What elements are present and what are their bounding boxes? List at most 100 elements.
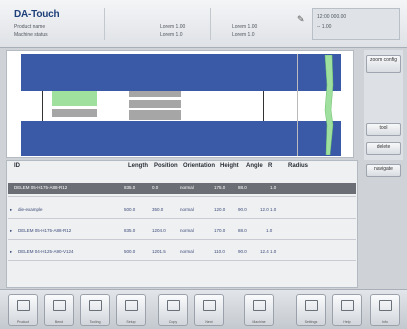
col-radius[interactable]: Radius <box>288 163 308 169</box>
machine-icon <box>253 300 266 311</box>
status-line-1: 12:00 000.00 <box>317 14 347 20</box>
help-icon <box>341 300 354 311</box>
col-orientation[interactable]: Orientation <box>183 163 215 169</box>
row-divider <box>8 260 356 261</box>
header-col3-bottom: Lorem 1.0 <box>232 32 255 38</box>
left-limit-line <box>42 91 43 121</box>
header-bar: DA-Touch Product name Machine status Lor… <box>0 0 407 48</box>
settings-button[interactable]: Settings <box>296 294 326 326</box>
col-height[interactable]: Height <box>220 163 239 169</box>
header-col2-bottom: Lorem 1.0 <box>160 32 183 38</box>
toolbar-label: Tooling <box>89 320 101 324</box>
cell-position: 350.0 <box>152 207 164 212</box>
table-header: ID Length Position Orientation Height An… <box>6 163 358 175</box>
cell-r: 1.0 <box>270 185 277 190</box>
product-button[interactable]: Product <box>8 294 38 326</box>
tooling-icon <box>89 300 102 311</box>
row-divider <box>8 239 356 240</box>
cell-orientation: normal <box>180 185 194 190</box>
table-row-selected[interactable]: DELEM 05-H175-A88-R12 835.0 0.0 normal 1… <box>8 183 356 194</box>
settings-icon <box>305 300 318 311</box>
toolbar-label: Info <box>382 320 388 324</box>
lower-beam <box>21 121 341 156</box>
cell-id: DELEM 05-H175-A88-R12 <box>18 228 72 233</box>
table-row[interactable]: ▸ DELEM 04-H125-A90-V124 500.0 1201.5 no… <box>10 247 358 256</box>
next-icon <box>203 300 216 311</box>
cell-orientation: normal <box>180 249 194 254</box>
table-row[interactable]: ▸ DELEM 05-H175-A88-R12 835.0 1204.0 nor… <box>10 226 358 235</box>
toolbar-label: Next <box>205 320 213 324</box>
tool-table <box>6 160 358 288</box>
toolbar-label: Product <box>16 320 30 324</box>
row-divider <box>8 218 356 219</box>
toolbar-label: Copy <box>168 320 178 324</box>
copy-icon <box>167 300 180 311</box>
bend-button[interactable]: Bend <box>44 294 74 326</box>
col-id[interactable]: ID <box>14 163 20 169</box>
die-tool-gray[interactable] <box>52 109 97 117</box>
punch-tool-gray[interactable] <box>129 91 181 97</box>
col-angle[interactable]: Angle <box>246 163 263 169</box>
table-row[interactable]: ▸ die-example 500.0 350.0 normal 120.0 9… <box>10 205 358 214</box>
col-length[interactable]: Length <box>128 163 148 169</box>
cell-height: 110.0 <box>214 249 225 254</box>
expand-arrow-icon[interactable]: ▸ <box>10 249 12 255</box>
header-col3-top: Lorem 1.00 <box>232 24 258 30</box>
next-button[interactable]: Next <box>194 294 224 326</box>
cell-position: 1204.0 <box>152 228 166 233</box>
status-panel: 12:00 000.00 -- 1.00 <box>312 8 400 40</box>
pencil-icon[interactable]: ✎ <box>297 14 305 25</box>
row-divider <box>8 196 356 197</box>
help-button[interactable]: Help <box>332 294 362 326</box>
cell-angle: 88.0 <box>238 185 247 190</box>
header-product-name: Product name <box>14 24 46 30</box>
col-r[interactable]: R <box>268 163 272 169</box>
cell-id: DELEM 04-H125-A90-V124 <box>18 249 74 254</box>
cell-length: 835.0 <box>124 228 136 233</box>
tooling-button[interactable]: Tooling <box>80 294 110 326</box>
cell-height: 175.0 <box>214 185 226 190</box>
punch-tool-green[interactable] <box>52 91 97 106</box>
toolbar-label: Setup <box>126 320 136 324</box>
setup-icon <box>125 300 138 311</box>
cell-r: 12.4 1.0 <box>260 249 277 254</box>
delete-label: delete <box>376 144 391 150</box>
header-divider <box>104 8 105 40</box>
cell-orientation: normal <box>180 228 194 233</box>
app-logo: DA-Touch <box>14 9 60 20</box>
cell-position: 0.0 <box>152 185 159 190</box>
cell-r: 1.0 <box>266 228 273 233</box>
expand-arrow-icon[interactable]: ▸ <box>10 207 12 213</box>
setup-button[interactable]: Setup <box>116 294 146 326</box>
cell-orientation: normal <box>180 207 194 212</box>
tooling-graphic-view[interactable] <box>6 50 354 158</box>
zoom-config-button[interactable]: zoom config <box>366 55 401 73</box>
right-limit-line <box>263 91 264 121</box>
cell-r: 12.0 1.0 <box>260 207 277 212</box>
die-tool-gray[interactable] <box>129 110 181 120</box>
cell-length: 500.0 <box>124 207 136 212</box>
cell-angle: 90.0 <box>238 249 247 254</box>
toolbar-label: Settings <box>304 320 318 324</box>
bend-icon <box>53 300 66 311</box>
info-icon <box>379 300 392 311</box>
toolbar-label: Machine <box>252 320 266 324</box>
cell-length: 500.0 <box>124 249 136 254</box>
punch-tool-gray[interactable] <box>129 100 181 108</box>
cell-length: 835.0 <box>124 185 136 190</box>
upper-beam <box>21 54 341 91</box>
cell-height: 170.0 <box>214 228 226 233</box>
header-machine-status: Machine status <box>14 32 48 38</box>
expand-arrow-icon[interactable]: ▸ <box>10 228 12 234</box>
col-position[interactable]: Position <box>154 163 178 169</box>
delete-button[interactable]: delete <box>366 142 401 155</box>
machine-button[interactable]: Machine <box>244 294 274 326</box>
info-button[interactable]: Info <box>370 294 400 326</box>
cell-position: 1201.5 <box>152 249 166 254</box>
tool-button[interactable]: tool <box>366 123 401 136</box>
toolbar-label: Help <box>343 320 351 324</box>
copy-button[interactable]: Copy <box>158 294 188 326</box>
navigate-button[interactable]: navigate <box>366 164 401 177</box>
product-icon <box>17 300 30 311</box>
toolbar-label: Bend <box>54 320 64 324</box>
